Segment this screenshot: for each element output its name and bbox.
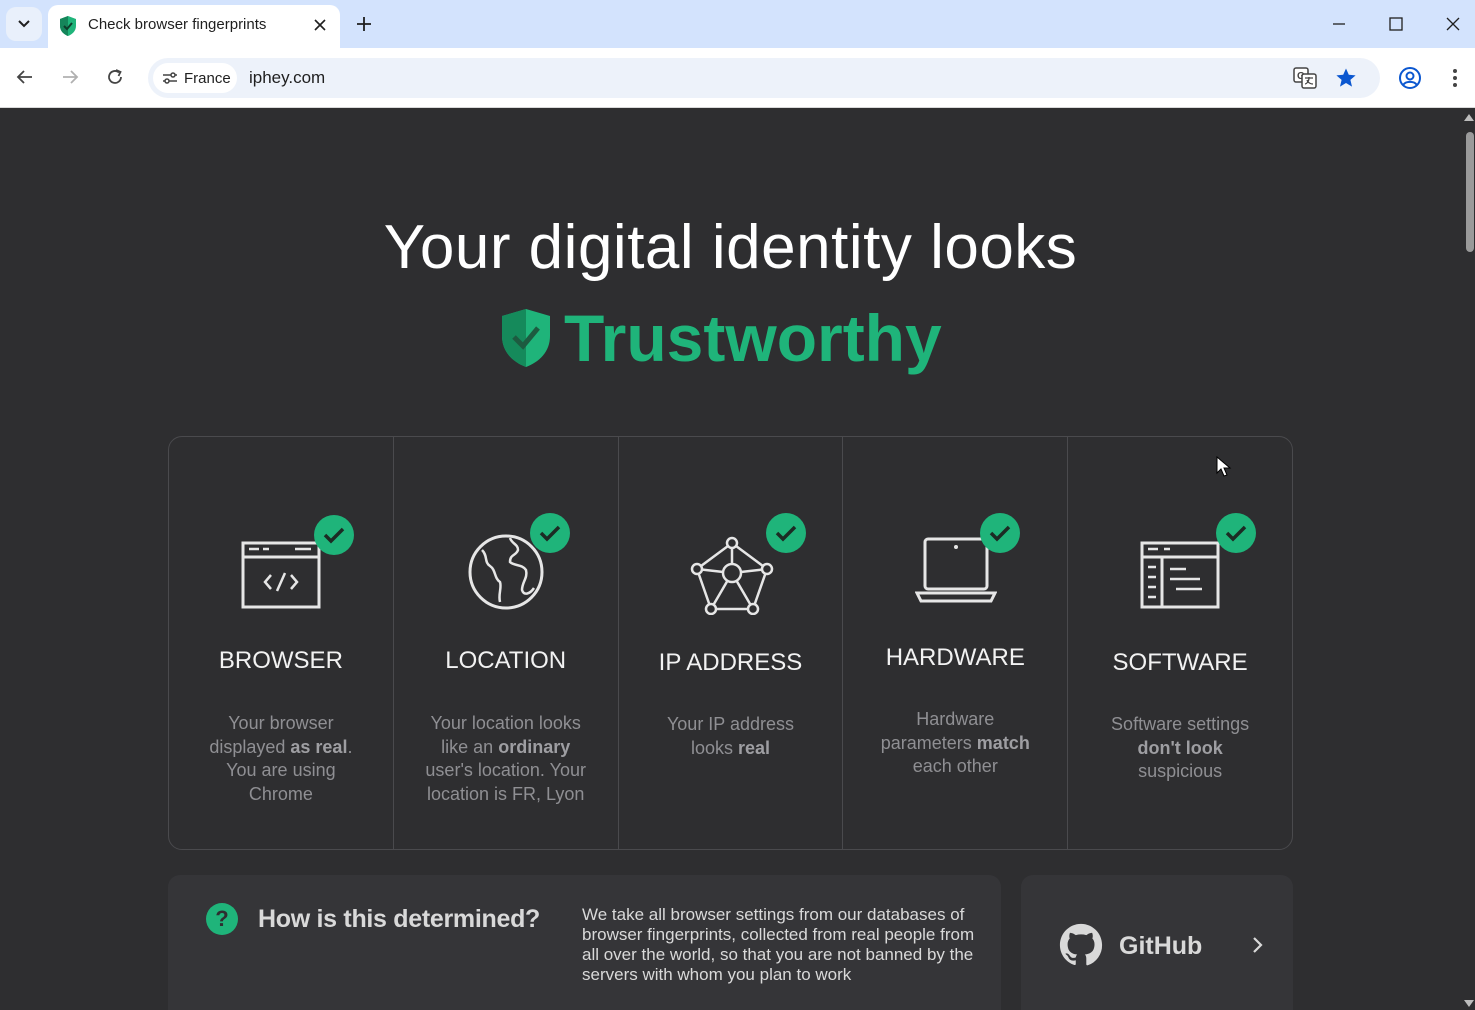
desc-text: Software settings	[1111, 714, 1250, 734]
card-description: Hardware parameters match each other	[873, 708, 1037, 779]
browser-toolbar: France iphey.com G	[0, 48, 1475, 108]
url-text[interactable]: iphey.com	[249, 68, 325, 88]
check-icon	[775, 525, 796, 542]
desc-text: user's location. Your location is FR, Ly…	[425, 760, 586, 804]
shield-icon	[502, 309, 550, 367]
check-badge	[980, 513, 1021, 553]
desc-text: each other	[912, 756, 998, 776]
scroll-thumb[interactable]	[1466, 132, 1474, 252]
tab-list-button[interactable]	[6, 7, 42, 41]
profile-icon	[1399, 67, 1421, 89]
window-close-button[interactable]	[1441, 12, 1465, 36]
desc-emphasis: as real	[290, 736, 348, 757]
maximize-icon	[1389, 17, 1403, 31]
profile-button[interactable]	[1396, 64, 1424, 92]
card-title: SOFTWARE	[1112, 649, 1248, 676]
check-icon	[323, 527, 345, 544]
shield-favicon-icon	[60, 16, 76, 36]
new-tab-button[interactable]	[352, 12, 376, 36]
reload-button[interactable]	[102, 64, 128, 90]
plus-icon	[357, 17, 371, 31]
site-chip-label: France	[184, 69, 231, 87]
tab-title: Check browser fingerprints	[88, 16, 267, 33]
site-info-chip[interactable]: France	[153, 63, 237, 93]
minimize-icon	[1333, 23, 1345, 25]
card-description: Your IP address looks real	[649, 713, 813, 760]
network-icon	[690, 536, 773, 615]
page-headline: Your digital identity looks	[383, 213, 1078, 282]
translate-button[interactable]: G	[1293, 66, 1317, 90]
fingerprint-results: BROWSER Your browser displayed as real. …	[168, 436, 1293, 850]
bookmark-button[interactable]	[1334, 66, 1358, 90]
card-browser: BROWSER Your browser displayed as real. …	[169, 437, 394, 849]
active-tab[interactable]: Check browser fingerprints	[48, 5, 340, 48]
tab-list-icon	[18, 20, 30, 28]
forward-button[interactable]	[57, 64, 83, 90]
site-settings-icon	[163, 72, 177, 84]
browser-window-icon	[241, 541, 321, 609]
how-determined-text: We take all browser settings from our da…	[582, 905, 975, 984]
card-title: LOCATION	[445, 647, 567, 674]
card-location: LOCATION Your location looks like an ord…	[394, 437, 619, 849]
tab-close-button[interactable]	[310, 15, 330, 35]
address-bar[interactable]: France iphey.com G	[148, 58, 1380, 98]
card-ip-address: IP ADDRESS Your IP address looks real	[619, 437, 844, 849]
star-icon	[1336, 68, 1356, 87]
minimize-button[interactable]	[1327, 12, 1351, 36]
card-description: Software settings don't look suspicious	[1104, 713, 1256, 784]
maximize-button[interactable]	[1384, 12, 1408, 36]
desc-emphasis: real	[737, 737, 771, 758]
github-icon	[1059, 923, 1103, 966]
reload-icon	[108, 69, 122, 84]
card-title: IP ADDRESS	[658, 649, 803, 676]
scroll-up-arrow[interactable]	[1464, 114, 1474, 121]
question-icon: ?	[206, 903, 238, 935]
card-software: SOFTWARE Software settings don't look su…	[1068, 437, 1292, 849]
back-button[interactable]	[12, 64, 38, 90]
software-layout-icon	[1140, 541, 1220, 609]
github-label: GitHub	[1119, 932, 1203, 960]
desc-text: suspicious	[1138, 761, 1223, 781]
check-badge	[765, 513, 806, 553]
page-scrollbar[interactable]	[1461, 108, 1475, 1010]
desc-emphasis: match	[976, 732, 1030, 753]
tab-strip: Check browser fingerprints	[0, 0, 1475, 48]
card-title: HARDWARE	[885, 644, 1025, 671]
chevron-right-icon	[1253, 937, 1263, 953]
desc-emphasis: don't look	[1137, 737, 1223, 758]
forward-icon	[63, 70, 79, 84]
github-link[interactable]: GitHub	[1021, 875, 1293, 1010]
card-hardware: HARDWARE Hardware parameters match each …	[843, 437, 1069, 849]
window-close-icon	[1446, 17, 1460, 31]
check-badge	[314, 515, 354, 555]
translate-icon: G	[1293, 67, 1317, 89]
how-determined-title: How is this determined?	[258, 905, 541, 933]
kebab-menu-icon	[1453, 69, 1457, 87]
check-badge	[529, 513, 570, 553]
card-description: Your location looks like an ordinary use…	[424, 712, 588, 806]
close-icon	[314, 19, 326, 31]
mouse-cursor-icon	[1216, 456, 1232, 477]
browser-menu-button[interactable]	[1441, 64, 1469, 92]
verdict: Trustworthy	[500, 298, 942, 378]
desc-emphasis: ordinary	[498, 736, 571, 757]
card-title: BROWSER	[218, 647, 343, 674]
check-icon	[1225, 525, 1247, 542]
desc-text: Your IP address looks	[666, 714, 795, 758]
check-icon	[990, 525, 1011, 542]
verdict-label: Trustworthy	[564, 301, 942, 375]
back-icon	[16, 70, 32, 84]
check-icon	[539, 525, 561, 542]
page-content: Your digital identity looks Trustworthy …	[0, 108, 1461, 1010]
card-description: Your browser displayed as real. You are …	[199, 712, 363, 806]
scroll-down-arrow[interactable]	[1464, 1000, 1474, 1007]
check-badge	[1216, 513, 1257, 553]
how-determined-panel: ? How is this determined? We take all br…	[168, 875, 1001, 1010]
